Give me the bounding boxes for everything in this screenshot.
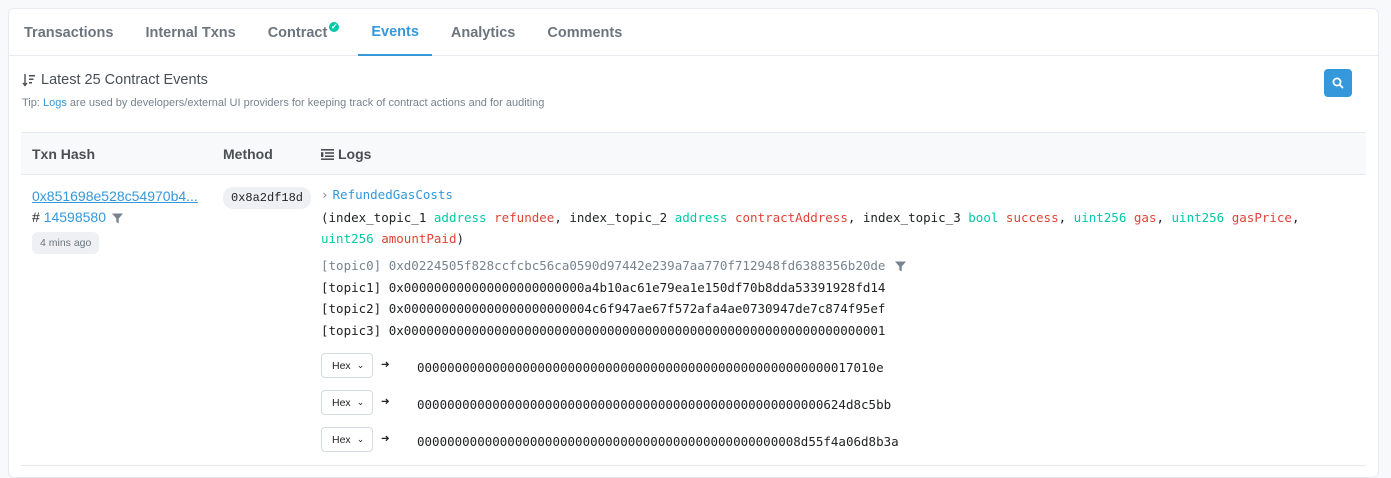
data-value: 0000000000000000000000000000000000000000… xyxy=(417,360,884,375)
search-icon xyxy=(1332,77,1344,89)
block-number-link[interactable]: 14598580 xyxy=(44,209,106,225)
topic-value: [topic0] 0xd0224505f828ccfcbc56ca0590d97… xyxy=(321,258,886,273)
format-label: Hex xyxy=(332,396,351,409)
filter-icon[interactable] xyxy=(894,261,906,272)
logs-link[interactable]: Logs xyxy=(43,97,67,109)
tab-label: Contract xyxy=(267,24,328,41)
event-name[interactable]: › RefundedGasCosts xyxy=(321,187,1361,207)
data-row: Hex ⌄ ➜ 000000000000000000000000000000000… xyxy=(321,353,1361,390)
sig-param: gas xyxy=(1133,210,1157,225)
chevron-down-icon: ⌄ xyxy=(356,397,365,407)
tip-prefix: Tip: xyxy=(22,97,40,109)
age-badge: 4 mins ago xyxy=(32,232,100,254)
sig-type: uint256 xyxy=(321,231,374,246)
sig-type: bool xyxy=(968,210,999,225)
sig-part: ) xyxy=(456,231,465,246)
arrow-right-icon: ➜ xyxy=(381,431,390,447)
chevron-right-icon: › xyxy=(321,187,329,202)
table-header: Txn Hash Method Logs xyxy=(21,132,1366,175)
filter-icon[interactable] xyxy=(111,213,123,224)
sort-descending-icon xyxy=(22,74,35,87)
tab-label: Analytics xyxy=(450,24,516,41)
data-value: 0000000000000000000000000000000000000000… xyxy=(417,434,899,449)
sig-type: address xyxy=(433,210,487,225)
sig-part: (index_topic_1 xyxy=(321,210,427,225)
event-signature: (index_topic_1 address refundee, index_t… xyxy=(321,210,1300,246)
tip-text: Tip: Logs are used by developers/externa… xyxy=(22,97,544,109)
data-value: 0000000000000000000000000000000000000000… xyxy=(417,397,892,412)
tab-bar: Transactions Internal Txns Contract ✓ Eve… xyxy=(9,9,1378,56)
tab-label: Transactions xyxy=(24,24,114,41)
chevron-down-icon: ⌄ xyxy=(356,434,365,444)
block-number: # 14598580 xyxy=(32,209,123,225)
sig-param: success xyxy=(1005,210,1059,225)
search-button[interactable] xyxy=(1324,69,1352,97)
block-prefix: # xyxy=(32,209,40,225)
col-txn-hash: Txn Hash xyxy=(32,146,96,162)
sig-param: refundee xyxy=(494,210,555,225)
event-log: › RefundedGasCosts (index_topic_1 address… xyxy=(321,187,1361,464)
topic-row: [topic1] 0x000000000000000000000000a4b10… xyxy=(321,279,886,295)
format-label: Hex xyxy=(332,359,351,372)
tab-events[interactable]: Events xyxy=(358,9,432,56)
topic-row: [topic0] 0xd0224505f828ccfcbc56ca0590d97… xyxy=(321,255,1361,277)
arrow-right-icon: ➜ xyxy=(381,357,390,373)
tip-rest: are used by developers/external UI provi… xyxy=(69,97,545,109)
data-row: Hex ⌄ ➜ 000000000000000000000000000000000… xyxy=(321,427,1361,464)
list-icon xyxy=(321,148,334,160)
sig-type: uint256 xyxy=(1171,210,1225,225)
events-title: Latest 25 Contract Events xyxy=(22,72,208,88)
sig-param: contractAddress xyxy=(734,210,848,225)
tab-contract[interactable]: Contract ✓ xyxy=(255,9,353,56)
tab-label: Internal Txns xyxy=(145,24,236,41)
col-method: Method xyxy=(223,146,273,162)
sig-param: gasPrice xyxy=(1231,210,1292,225)
tab-transactions[interactable]: Transactions xyxy=(11,9,126,56)
tab-label: Events xyxy=(371,23,419,40)
table-row: 0x851698e528c54970b4... # 14598580 4 min… xyxy=(21,175,1366,466)
events-header: Latest 25 Contract Events Tip: Logs are … xyxy=(9,56,1378,132)
tab-analytics[interactable]: Analytics xyxy=(438,9,528,56)
format-select[interactable]: Hex ⌄ xyxy=(321,353,373,378)
arrow-right-icon: ➜ xyxy=(381,394,390,410)
chevron-down-icon: ⌄ xyxy=(356,360,365,370)
txn-hash-link[interactable]: 0x851698e528c54970b4... xyxy=(32,188,198,204)
events-card: Transactions Internal Txns Contract ✓ Eve… xyxy=(8,8,1379,478)
verified-check-icon: ✓ xyxy=(329,21,340,32)
events-title-text: Latest 25 Contract Events xyxy=(41,72,208,88)
format-select[interactable]: Hex ⌄ xyxy=(321,390,373,415)
sig-part: , index_topic_2 xyxy=(554,210,668,225)
sig-type: uint256 xyxy=(1073,210,1127,225)
topic-row: [topic3] 0x00000000000000000000000000000… xyxy=(321,322,886,338)
topic-row: [topic2] 0x0000000000000000000000004c6f9… xyxy=(321,301,886,316)
format-select[interactable]: Hex ⌄ xyxy=(321,427,373,452)
tab-label: Comments xyxy=(547,24,623,41)
data-row: Hex ⌄ ➜ 000000000000000000000000000000000… xyxy=(321,390,1361,427)
method-badge: 0x8a2df18d xyxy=(223,187,312,209)
tab-internal-txns[interactable]: Internal Txns xyxy=(132,9,248,56)
sig-part: , index_topic_3 xyxy=(847,210,961,225)
event-name-text: RefundedGasCosts xyxy=(332,187,453,202)
tab-comments[interactable]: Comments xyxy=(534,9,635,56)
col-logs: Logs xyxy=(321,146,371,162)
col-logs-label: Logs xyxy=(338,146,372,162)
sig-type: address xyxy=(674,210,728,225)
sig-param: amountPaid xyxy=(381,231,457,246)
data-section: Hex ⌄ ➜ 000000000000000000000000000000000… xyxy=(321,353,1361,464)
format-label: Hex xyxy=(332,433,351,446)
